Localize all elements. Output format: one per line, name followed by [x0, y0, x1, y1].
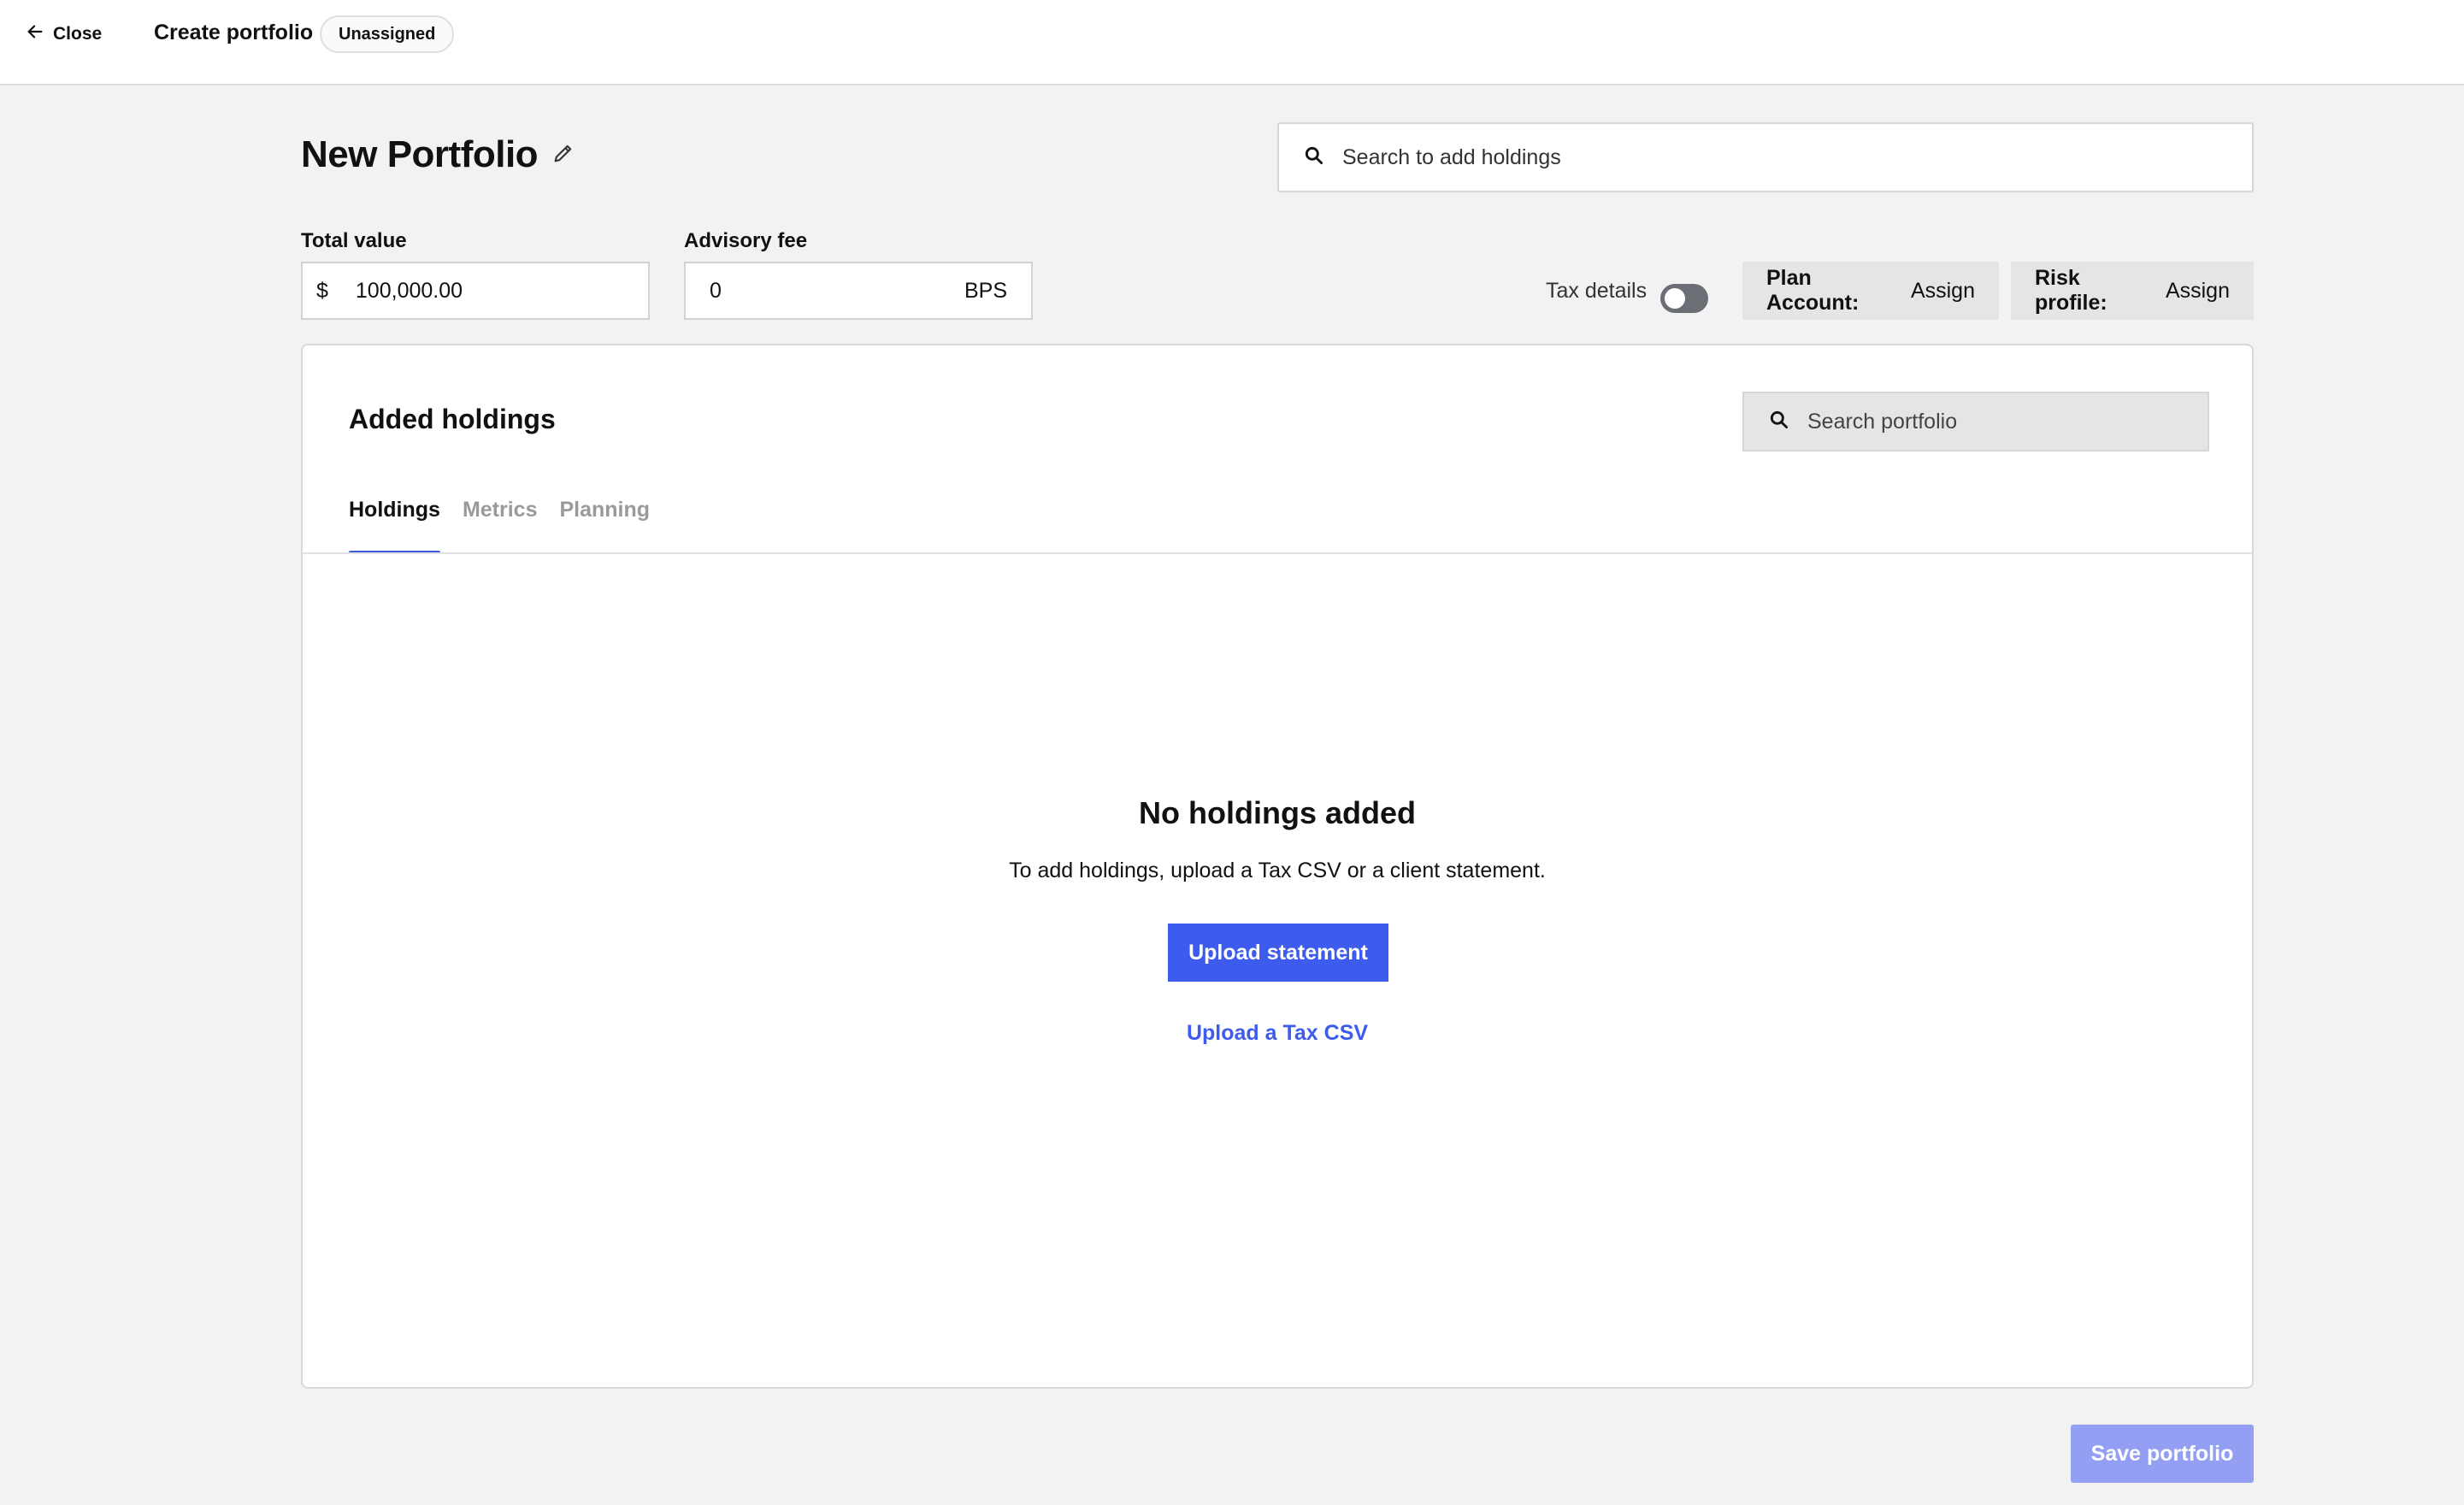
total-value-label: Total value: [301, 229, 407, 252]
toggle-knob: [1665, 288, 1685, 309]
card-title: Added holdings: [349, 404, 556, 434]
top-bar: Close Create portfolio Unassigned: [0, 0, 2464, 86]
plan-account-button[interactable]: Plan Account: Assign: [1742, 262, 1999, 320]
tab-planning[interactable]: Planning: [559, 498, 650, 554]
add-holdings-search-input[interactable]: [1342, 145, 2112, 170]
risk-profile-button[interactable]: Risk profile: Assign: [2011, 262, 2254, 320]
close-button[interactable]: Close: [26, 19, 102, 50]
portfolio-search-input[interactable]: [1807, 409, 2166, 434]
tax-details-toggle[interactable]: [1660, 284, 1708, 313]
header-title: Create portfolio: [154, 21, 314, 44]
risk-profile-key: Risk profile:: [2035, 266, 2107, 315]
tax-details-label: Tax details: [1546, 279, 1648, 303]
empty-state-subtitle: To add holdings, upload a Tax CSV or a c…: [1009, 859, 1546, 882]
tab-bar: Holdings Metrics Planning: [349, 498, 650, 554]
tab-holdings[interactable]: Holdings: [349, 498, 440, 554]
close-label: Close: [53, 24, 103, 44]
tab-metrics[interactable]: Metrics: [463, 498, 538, 554]
empty-state-title: No holdings added: [1139, 795, 1416, 830]
save-portfolio-button[interactable]: Save portfolio: [2071, 1425, 2254, 1483]
plan-account-value: Assign: [1910, 278, 1975, 303]
search-icon: [1303, 145, 1325, 171]
pencil-icon[interactable]: [551, 141, 575, 169]
page-title: New Portfolio: [301, 133, 539, 175]
upload-statement-button[interactable]: Upload statement: [1168, 924, 1388, 982]
plan-account-key: Plan Account:: [1766, 266, 1860, 315]
total-value-field[interactable]: $ 100,000.00: [301, 262, 650, 320]
bps-suffix: BPS: [964, 278, 1007, 303]
upload-tax-csv-link[interactable]: Upload a Tax CSV: [1187, 1021, 1368, 1045]
search-icon: [1768, 409, 1790, 435]
total-value-input[interactable]: 100,000.00: [356, 279, 463, 304]
advisory-fee-field[interactable]: 0 BPS: [684, 262, 1033, 320]
currency-prefix: $: [316, 278, 328, 303]
risk-profile-value: Assign: [2165, 278, 2230, 303]
tab-divider: [303, 552, 2252, 554]
advisory-fee-label: Advisory fee: [684, 229, 808, 252]
portfolio-search[interactable]: [1742, 392, 2209, 452]
status-badge: Unassigned: [320, 15, 455, 53]
add-holdings-search[interactable]: [1277, 122, 2254, 192]
page-title-row: New Portfolio: [301, 133, 575, 176]
arrow-left-icon: [26, 22, 44, 46]
holdings-card: Added holdings Holdings Metrics Planning…: [301, 344, 2254, 1389]
advisory-fee-input[interactable]: 0: [710, 279, 722, 304]
